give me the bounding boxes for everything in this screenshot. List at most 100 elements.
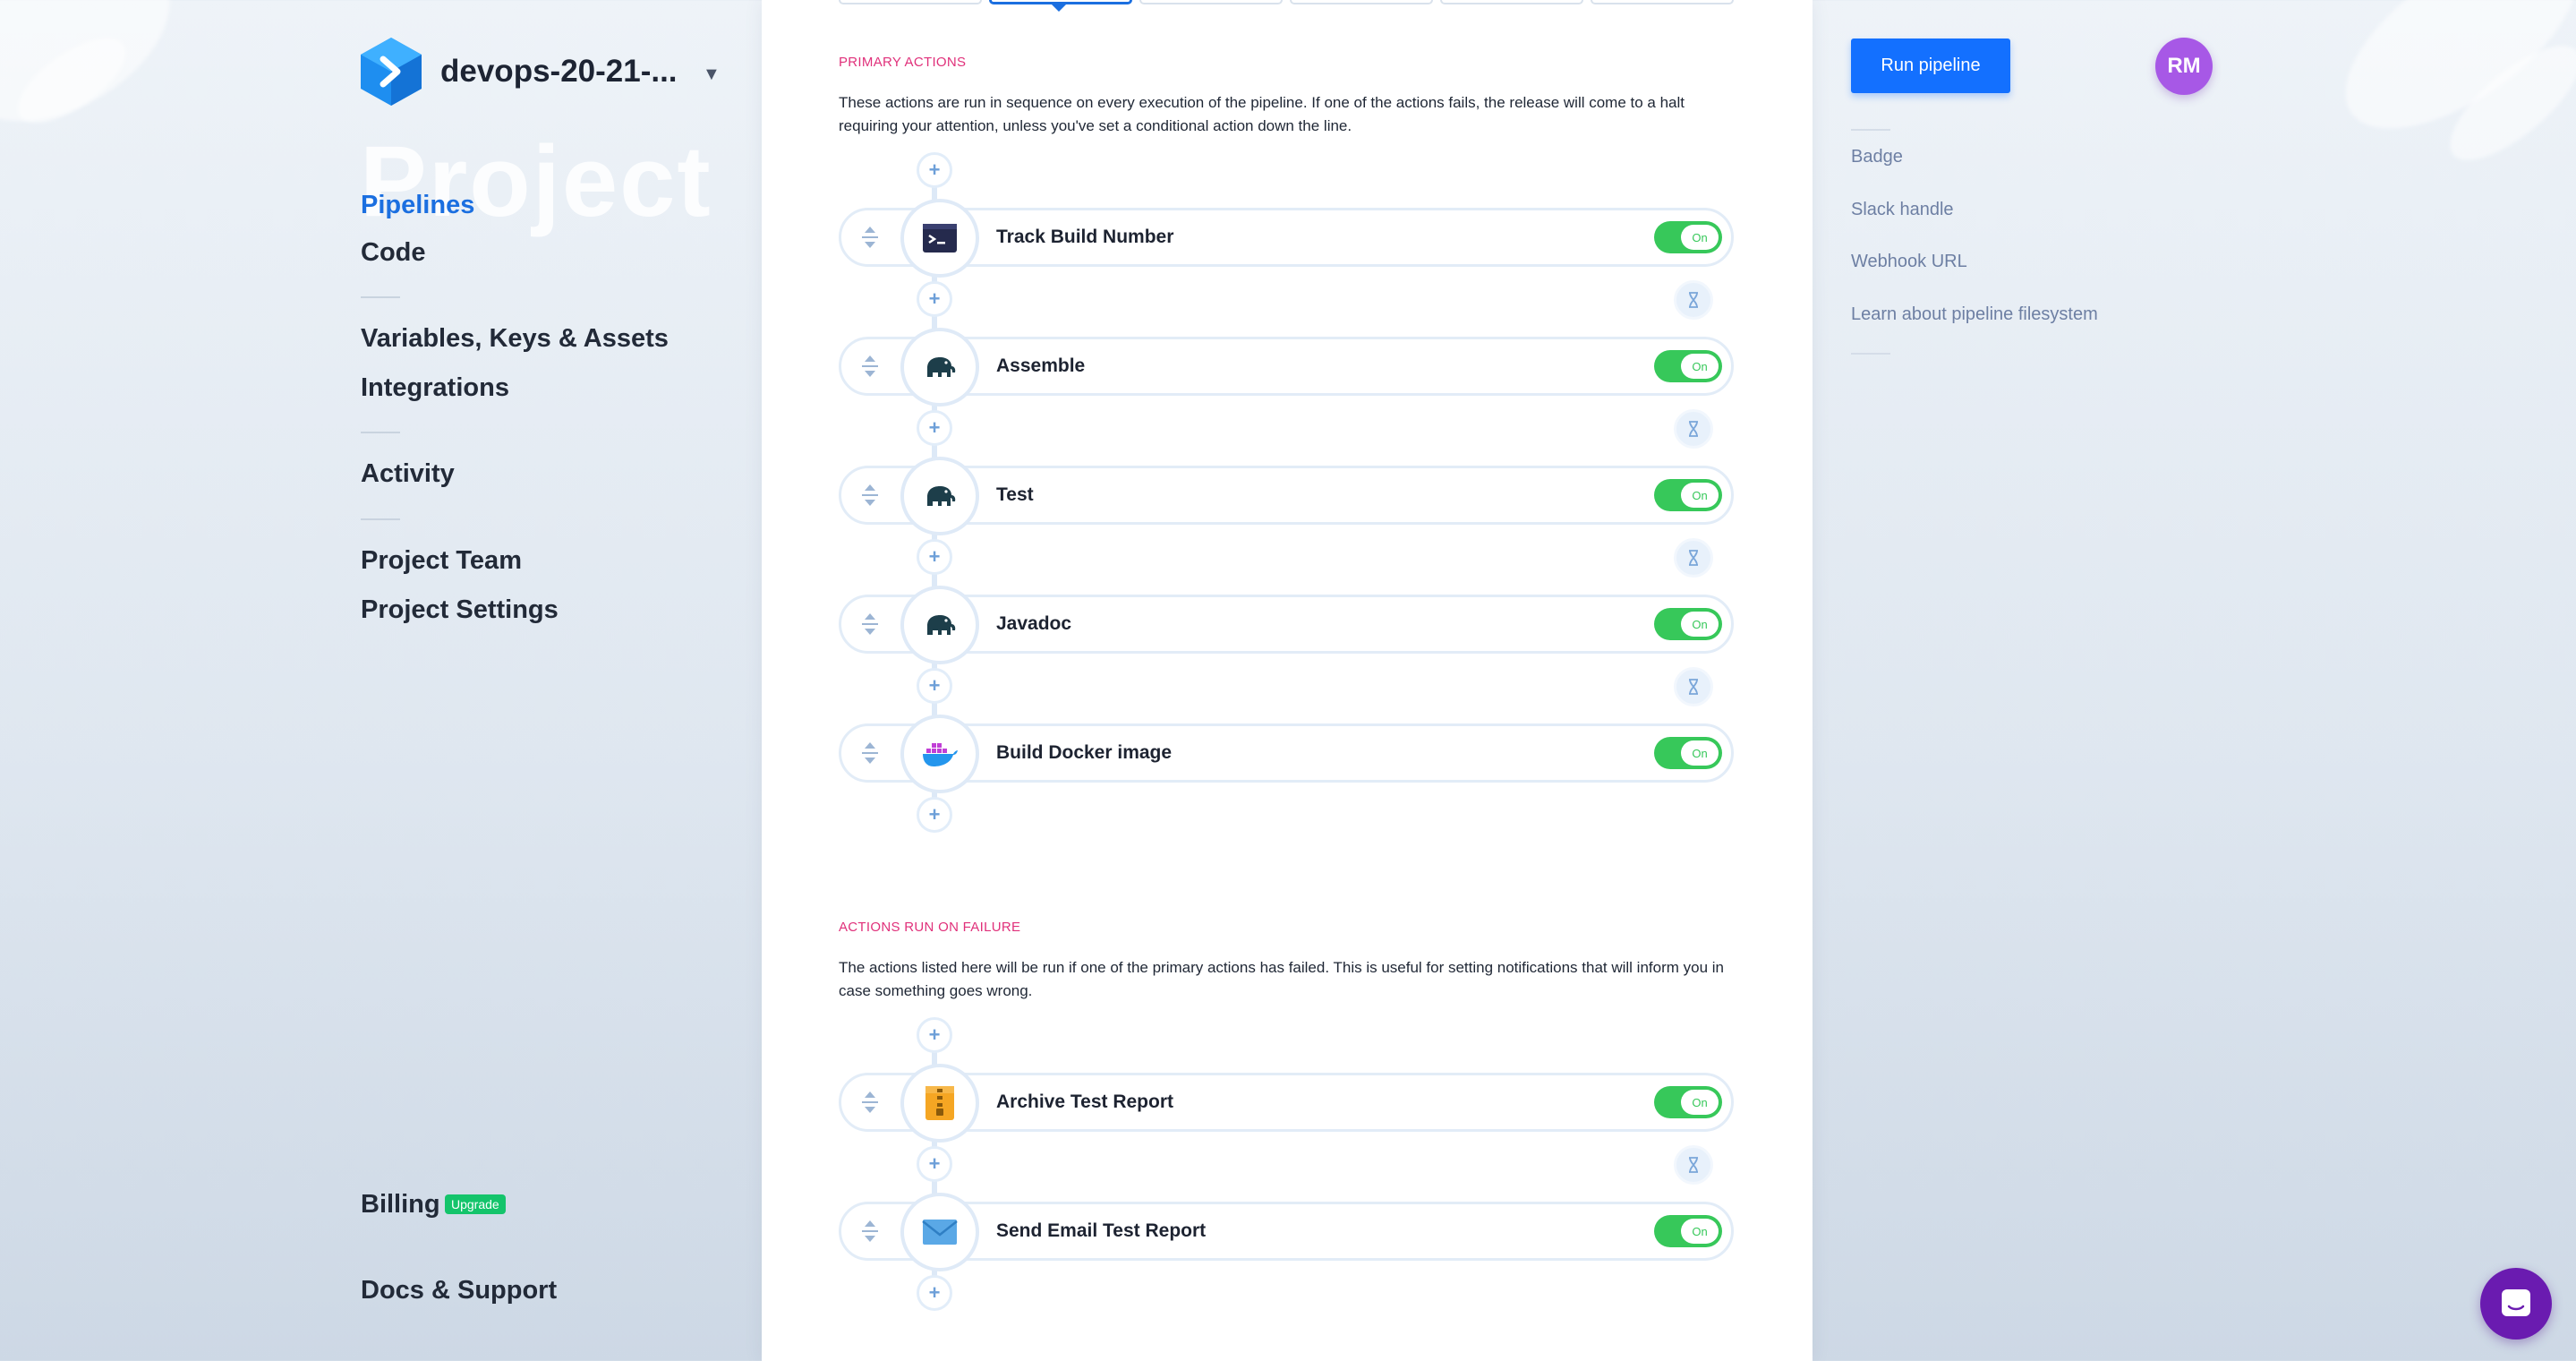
toggle-state-label: On (1692, 617, 1708, 631)
gradle-elephant-icon (927, 357, 956, 377)
chat-support-button[interactable] (2480, 1268, 2552, 1340)
tab[interactable] (1440, 0, 1583, 4)
drag-handle-icon[interactable] (859, 1219, 881, 1244)
active-tab-pointer (1052, 4, 1066, 12)
sidebar-divider (361, 518, 400, 520)
sidebar-item-billing[interactable]: Billing (361, 1190, 440, 1220)
action-toggle[interactable]: On (1654, 1215, 1722, 1247)
action-icon (900, 457, 979, 535)
project-sidebar: devops-20-21-... ▼ Project Pipelines Cod… (0, 0, 761, 1361)
sidebar-item-variables[interactable]: Variables, Keys & Assets (361, 324, 669, 354)
badge-link[interactable]: Badge (1851, 147, 1903, 167)
sidebar-divider (361, 296, 400, 298)
sidebar-item-code[interactable]: Code (361, 238, 426, 268)
gradle-elephant-icon (927, 486, 956, 506)
sidebar-item-integrations[interactable]: Integrations (361, 373, 509, 403)
tab[interactable] (1139, 0, 1283, 4)
drag-handle-icon[interactable] (859, 612, 881, 637)
wait-condition-button[interactable] (1674, 667, 1713, 706)
webhook-url-link[interactable]: Webhook URL (1851, 252, 1967, 272)
app-logo-icon (361, 38, 422, 106)
plus-icon: + (928, 545, 941, 568)
action-toggle[interactable]: On (1654, 737, 1722, 769)
failure-actions-heading: ACTIONS RUN ON FAILURE (839, 920, 1021, 935)
action-name: Build Docker image (996, 742, 1173, 763)
action-row-track-build-number[interactable]: Track Build Number On (839, 199, 1734, 278)
drag-handle-icon[interactable] (859, 740, 881, 766)
learn-pipeline-filesystem-link[interactable]: Learn about pipeline filesystem (1851, 304, 2098, 325)
sidebar-item-activity[interactable]: Activity (361, 459, 455, 489)
wait-condition-button[interactable] (1674, 1145, 1713, 1185)
tab[interactable] (839, 0, 982, 4)
toggle-knob: On (1681, 483, 1719, 508)
action-toggle[interactable]: On (1654, 221, 1722, 253)
action-name: Javadoc (996, 613, 1072, 634)
primary-actions-description: These actions are run in sequence on eve… (839, 94, 1685, 134)
add-action-button[interactable]: + (917, 1275, 952, 1311)
gradle-elephant-icon (927, 615, 956, 635)
plus-icon: + (928, 158, 941, 181)
user-avatar[interactable]: RM (2155, 38, 2213, 95)
project-switcher[interactable]: devops-20-21-... ▼ (358, 36, 721, 107)
tab[interactable] (1290, 0, 1433, 4)
sidebar-item-project-team[interactable]: Project Team (361, 546, 522, 576)
action-toggle[interactable]: On (1654, 479, 1722, 511)
action-row-javadoc[interactable]: Javadoc On (839, 586, 1734, 664)
right-divider (1851, 129, 1890, 131)
action-toggle[interactable]: On (1654, 1086, 1722, 1118)
add-action-button[interactable]: + (917, 281, 952, 317)
action-name: Test (996, 484, 1034, 505)
action-icon (900, 1064, 979, 1143)
wait-condition-button[interactable] (1674, 409, 1713, 449)
plus-icon: + (928, 416, 941, 439)
right-divider (1851, 353, 1890, 355)
primary-actions-heading: PRIMARY ACTIONS (839, 55, 967, 70)
drag-handle-icon[interactable] (859, 225, 881, 250)
tab[interactable] (1591, 0, 1734, 4)
add-action-button[interactable]: + (917, 1017, 952, 1053)
run-pipeline-button[interactable]: Run pipeline (1851, 39, 2010, 93)
wait-condition-button[interactable] (1674, 280, 1713, 320)
plus-icon: + (928, 803, 941, 826)
action-icon (900, 586, 979, 664)
action-toggle[interactable]: On (1654, 608, 1722, 640)
action-row-send-email-test-report[interactable]: Send Email Test Report On (839, 1193, 1734, 1271)
hourglass-icon (1689, 550, 1698, 566)
plus-icon: + (928, 1023, 941, 1046)
chevron-down-icon[interactable]: ▼ (703, 64, 721, 85)
slack-handle-link[interactable]: Slack handle (1851, 200, 1954, 220)
drag-handle-icon[interactable] (859, 483, 881, 508)
ghost-page-title: Project (360, 125, 712, 237)
toggle-knob: On (1681, 1090, 1719, 1115)
toggle-knob: On (1681, 225, 1719, 250)
add-action-button[interactable]: + (917, 797, 952, 833)
action-row-test[interactable]: Test On (839, 457, 1734, 535)
add-action-button[interactable]: + (917, 1146, 952, 1182)
action-row-archive-test-report[interactable]: Archive Test Report On (839, 1064, 1734, 1143)
sidebar-item-docs-support[interactable]: Docs & Support (361, 1276, 557, 1305)
project-name: devops-20-21-... (440, 54, 678, 89)
drag-handle-icon[interactable] (859, 1090, 881, 1115)
add-action-button[interactable]: + (917, 410, 952, 446)
sidebar-item-pipelines[interactable]: Pipelines (361, 191, 474, 220)
action-icon (900, 1193, 979, 1271)
add-action-button[interactable]: + (917, 152, 952, 188)
action-row-assemble[interactable]: Assemble On (839, 328, 1734, 407)
toggle-knob: On (1681, 740, 1719, 766)
add-action-button[interactable]: + (917, 668, 952, 704)
upgrade-badge[interactable]: Upgrade (445, 1194, 506, 1214)
toggle-state-label: On (1692, 1224, 1708, 1238)
action-name: Send Email Test Report (996, 1220, 1207, 1241)
hourglass-icon (1689, 1157, 1698, 1173)
toggle-state-label: On (1692, 1095, 1708, 1109)
action-name: Assemble (996, 355, 1086, 376)
action-row-build-docker-image[interactable]: Build Docker image On (839, 715, 1734, 793)
action-toggle[interactable]: On (1654, 350, 1722, 382)
toggle-state-label: On (1692, 230, 1708, 244)
drag-handle-icon[interactable] (859, 354, 881, 379)
add-action-button[interactable]: + (917, 539, 952, 575)
toggle-knob: On (1681, 1219, 1719, 1244)
wait-condition-button[interactable] (1674, 538, 1713, 578)
sidebar-item-project-settings[interactable]: Project Settings (361, 595, 559, 625)
toggle-knob: On (1681, 354, 1719, 379)
